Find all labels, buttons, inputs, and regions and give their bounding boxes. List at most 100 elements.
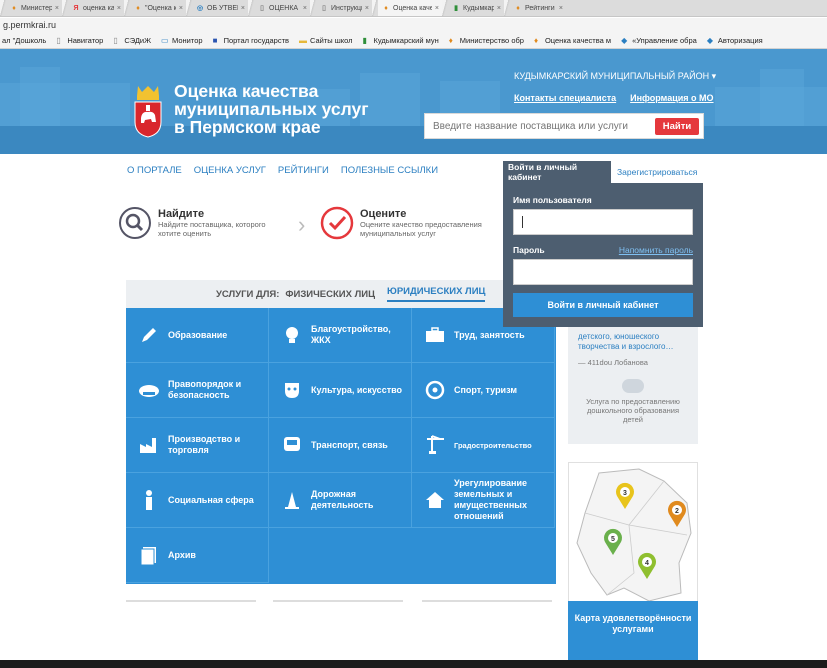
bookmark-item[interactable]: ♦ Оценка качества м (534, 36, 611, 45)
bookmark-label: СЭДиЖ (124, 36, 152, 45)
service-category[interactable]: Спорт, туризм (412, 363, 555, 418)
review-text[interactable]: детского, юношеского творчества и взросл… (568, 326, 698, 358)
close-tab-icon[interactable]: × (303, 5, 307, 12)
site-title-line1: Оценка качества (174, 81, 319, 101)
search-input[interactable] (425, 114, 645, 138)
bookmark-item[interactable]: ■ Портал государств (213, 36, 289, 45)
service-label: Градостроительство (454, 440, 532, 450)
browser-tab-title: ОБ УТВЕРЖДЕН (207, 5, 238, 12)
service-label: Социальная сфера (168, 494, 254, 505)
browser-tab[interactable]: ▮ Кудымкарский× (442, 0, 504, 16)
bookmark-item[interactable]: ▮ Кудымкарский мун (363, 36, 439, 45)
diamond-icon: ◆ (621, 35, 628, 45)
browser-tab[interactable]: ◎ОБ УТВЕРЖДЕН× (186, 0, 248, 16)
bookmark-label: Монитор (172, 36, 203, 45)
bookmark-item[interactable]: ♦ Министерство обр (449, 36, 524, 45)
bookmark-item[interactable]: ▯ СЭДиЖ (113, 36, 151, 45)
username-input[interactable] (513, 209, 693, 235)
bookmark-item[interactable]: ▬ Сайты школ (299, 36, 353, 45)
service-category[interactable]: Транспорт, связь (269, 418, 412, 473)
search-button[interactable]: Найти (655, 118, 699, 135)
browser-tab[interactable]: ▯ Инструкция по× (310, 0, 372, 16)
nav-item[interactable]: ПОЛЕЗНЫЕ ССЫЛКИ (341, 165, 438, 176)
cone-icon (281, 489, 303, 511)
service-category[interactable]: Урегулирование земельных и имущественных… (412, 473, 555, 528)
login-panel: Войти в личный кабинет Зарегистрироватьс… (503, 161, 703, 327)
browser-tab[interactable]: ♦ Рейтинги - Оц× (504, 0, 566, 16)
browser-tab[interactable]: ♦ Оценка качест× (372, 0, 442, 16)
login-submit-button[interactable]: Войти в личный кабинет (513, 293, 693, 317)
browser-tab-title: Рейтинги - Оц (525, 5, 556, 12)
service-category[interactable]: Социальная сфера (126, 473, 269, 528)
bookmark-label: Авторизация (717, 36, 763, 45)
magnifier-icon (119, 207, 151, 239)
password-label: Пароль (513, 245, 545, 255)
close-tab-icon[interactable]: × (497, 5, 501, 12)
tab-legal-entities[interactable]: ЮРИДИЧЕСКИХ ЛИЦ (387, 286, 486, 302)
site-title[interactable]: Оценка качества муниципальных услуг в Пе… (174, 82, 369, 136)
yandex-favicon: Я (73, 4, 79, 12)
taskbar (0, 660, 827, 668)
service-category[interactable]: Правопорядок и безопасность (126, 363, 269, 418)
browser-tab-title: ОЦЕНКА КАЧЕ (269, 5, 300, 12)
edu-favicon: ♦ (136, 4, 140, 12)
close-tab-icon[interactable]: × (55, 5, 59, 12)
remind-password-link[interactable]: Напомнить пароль (619, 245, 693, 255)
briefcase-icon (424, 324, 446, 346)
how-it-works: Найдите Найдите поставщика, которого хоти… (118, 206, 510, 251)
service-category[interactable]: Градостроительство (412, 418, 555, 473)
service-label: Спорт, туризм (454, 384, 517, 395)
password-input[interactable] (513, 259, 693, 285)
services-grid: Образование Благоустройство, ЖКХ Труд, зан… (126, 308, 556, 584)
nav-item[interactable]: РЕЙТИНГИ (278, 165, 329, 176)
main-nav: О ПОРТАЛЕ ОЦЕНКА УСЛУГ РЕЙТИНГИ ПОЛЕЗНЫЕ СС… (127, 165, 438, 176)
bookmark-item[interactable]: ◆ Авторизация (707, 36, 763, 45)
bookmark-item[interactable]: ◆ «Управление обра (621, 36, 697, 45)
bookmark-label: Кудымкарский мун (373, 36, 439, 45)
mo-info-link[interactable]: Информация о МО (630, 93, 713, 103)
close-tab-icon[interactable]: × (365, 5, 369, 12)
bookmark-label: ал "Дошколь (2, 36, 47, 45)
browser-tab-title: Министерство (21, 5, 52, 12)
service-category[interactable]: Архив (126, 528, 269, 583)
browser-tab-bar: ♦Министерство×Яоценка качеств×♦"Оценка к… (0, 0, 827, 17)
service-label: Образование (168, 329, 228, 340)
tab-individuals[interactable]: ФИЗИЧЕСКИХ ЛИЦ (285, 289, 375, 300)
header-links: Контакты специалиста Информация о МО (514, 93, 714, 103)
close-tab-icon[interactable]: × (179, 5, 183, 12)
browser-tab[interactable]: ♦ "Оценка качест× (124, 0, 186, 16)
region-selector[interactable]: КУДЫМКАРСКИЙ МУНИЦИПАЛЬНЫЙ РАЙОН ▾ (514, 71, 716, 82)
bookmark-label: Министерство обр (459, 36, 524, 45)
nav-item[interactable]: О ПОРТАЛЕ (127, 165, 182, 176)
service-category[interactable]: Производство и торговля (126, 418, 269, 473)
close-tab-icon[interactable]: × (435, 5, 439, 12)
review-author: — 411dou Лобанова (578, 358, 648, 367)
browser-tab[interactable]: ♦ Министерство× (0, 0, 62, 16)
browser-tab[interactable]: Яоценка качеств× (62, 0, 124, 16)
bookmark-item[interactable]: ▯ Навигатор (56, 36, 103, 45)
contacts-link[interactable]: Контакты специалиста (514, 93, 616, 103)
bookmarks-bar: ал "Дошколь ▯ Навигатор ▯ СЭДиЖ ▭ Монитор ■ Порт… (0, 33, 827, 49)
nav-item[interactable]: ОЦЕНКА УСЛУГ (194, 165, 266, 176)
bookmark-item[interactable]: ал "Дошколь (2, 36, 46, 45)
bookmark-label: Портал государств (223, 36, 289, 45)
close-tab-icon[interactable]: × (117, 5, 121, 12)
register-link[interactable]: Зарегистрироваться (611, 161, 703, 183)
close-tab-icon[interactable]: × (241, 5, 245, 12)
browser-tab-title: "Оценка качест (145, 5, 176, 12)
service-category[interactable]: Благоустройство, ЖКХ (269, 308, 412, 363)
bookmark-label: Навигатор (67, 36, 104, 45)
browser-tab[interactable]: ▯ ОЦЕНКА КАЧЕ× (248, 0, 310, 16)
address-url[interactable]: g.permkrai.ru (3, 20, 56, 30)
edu-icon: ♦ (533, 35, 539, 45)
service-category[interactable]: Культура, искусство (269, 363, 412, 418)
address-bar[interactable]: g.permkrai.ru (0, 18, 827, 33)
browser-tab-title: оценка качеств (83, 5, 114, 12)
service-category[interactable]: Дорожная деятельность (269, 473, 412, 528)
review-service[interactable]: Услуга по предоставлению дошкольного обр… (568, 397, 698, 424)
bookmark-item[interactable]: ▭ Монитор (161, 36, 203, 45)
close-tab-icon[interactable]: × (559, 5, 563, 12)
tab-login[interactable]: Войти в личный кабинет (503, 161, 611, 183)
map-caption[interactable]: Карта удовлетворённости услугами (568, 601, 698, 661)
service-category[interactable]: Образование (126, 308, 269, 363)
